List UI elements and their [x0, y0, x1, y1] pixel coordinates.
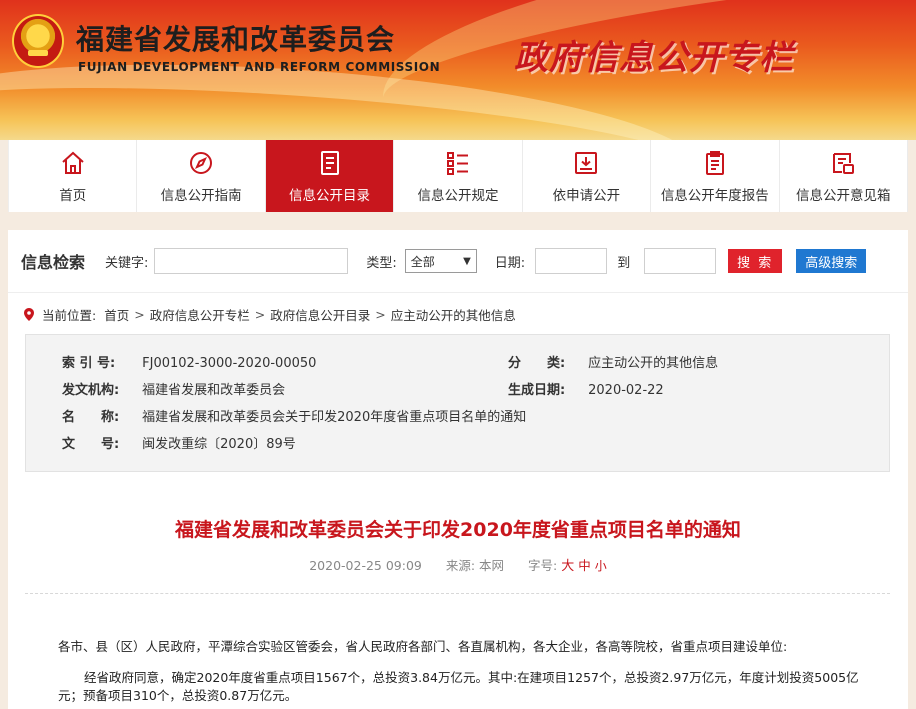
nav-label: 依申请公开 [552, 187, 621, 204]
nav-item-home[interactable]: 首页 [9, 140, 138, 212]
breadcrumb-link-zone[interactable]: 政府信息公开专栏 [150, 305, 250, 324]
nav-item-guide[interactable]: 信息公开指南 [137, 140, 266, 212]
keyword-label: 关键字: [105, 255, 149, 271]
main-content: 当前位置: 首页 > 政府信息公开专栏 > 政府信息公开目录 > 应主动公开的其… [8, 292, 908, 709]
meta-date-label: 生成日期: [508, 383, 566, 398]
type-select-value: 全部 [410, 254, 435, 269]
document-metadata: 索 引 号: FJ00102-3000-2020-00050 分 类: 应主动公… [25, 334, 890, 472]
site-title[interactable]: 福建省发展和改革委员会 [76, 18, 395, 58]
meta-category-value: 应主动公开的其他信息 [588, 356, 719, 371]
rules-list-icon [446, 151, 468, 175]
zone-title: 政府信息公开专栏 [514, 38, 794, 78]
font-size-medium-button[interactable]: 中 [578, 558, 591, 573]
inbox-download-icon [575, 151, 598, 174]
article-title: 福建省发展和改革委员会关于印发2020年度省重点项目名单的通知 [175, 519, 741, 541]
date-to-input[interactable] [644, 248, 717, 274]
search-title: 信息检索 [21, 253, 86, 272]
meta-index-value: FJ00102-3000-2020-00050 [142, 356, 317, 371]
meta-name-label: 名 称: [62, 410, 120, 425]
breadcrumb-current[interactable]: 应主动公开的其他信息 [391, 305, 516, 324]
meta-category-label: 分 类: [508, 356, 566, 371]
nav-item-apply[interactable]: 依申请公开 [523, 140, 652, 212]
font-size-large-button[interactable]: 大 [561, 559, 574, 574]
date-from-input[interactable] [535, 248, 608, 274]
meta-name-value: 福建省发展和改革委员会关于印发2020年度省重点项目名单的通知 [142, 410, 527, 425]
nav-item-catalog[interactable]: 信息公开目录 [265, 140, 395, 212]
nav-item-annual-report[interactable]: 信息公开年度报告 [651, 140, 780, 212]
breadcrumb-separator: > [375, 307, 386, 322]
date-to-label: 到 [617, 255, 631, 271]
keyword-input[interactable] [154, 248, 349, 274]
nav-label: 信息公开指南 [160, 187, 242, 204]
article-paragraph-line: 元；预备项目310个，总投资0.87万亿元。 [58, 688, 298, 703]
article-source-value: 本网 [479, 558, 505, 573]
breadcrumb-link-home[interactable]: 首页 [104, 305, 129, 324]
type-label: 类型: [366, 255, 397, 271]
font-size-small-button[interactable]: 小 [595, 559, 607, 573]
search-button[interactable]: 搜 索 [728, 249, 783, 273]
breadcrumb-separator: > [254, 307, 266, 322]
report-icon [705, 150, 724, 175]
nav-label: 信息公开规定 [417, 187, 499, 204]
meta-index-label: 索 引 号: [62, 356, 116, 371]
article-paragraph-line: 经省政府同意，确定2020年度省重点项目1567个，总投资3.84万亿元。其中:… [84, 670, 859, 685]
nav-item-rules[interactable]: 信息公开规定 [394, 140, 523, 212]
article-paragraph-addressees: 各市、县（区）人民政府，平潭综合实验区管委会，省人民政府各部门、各直属机构，各大… [58, 639, 788, 654]
meta-index: 索 引 号: FJ00102-3000-2020-00050 [62, 352, 316, 371]
article-source-label: 来源: [445, 558, 476, 573]
type-select[interactable]: 全部 ▼ [404, 249, 477, 273]
site-banner: 福建省发展和改革委员会 FUJIAN DEVELOPMENT AND REFOR… [0, 0, 916, 140]
caret-down-icon: ▼ [463, 255, 471, 267]
home-icon [62, 151, 84, 174]
breadcrumb-prefix: 当前位置: [42, 308, 97, 323]
nav-label: 首页 [59, 187, 87, 204]
breadcrumb-separator: > [134, 307, 145, 322]
meta-doc-number-label: 文 号: [62, 437, 120, 452]
feedback-box-icon [833, 152, 855, 174]
site-subtitle: FUJIAN DEVELOPMENT AND REFORM COMMISSION [78, 60, 441, 74]
compass-icon [190, 151, 213, 174]
meta-issuer-label: 发文机构: [62, 383, 120, 398]
article-datetime: 2020-02-25 09:09 [309, 558, 422, 573]
nav-label: 信息公开目录 [289, 187, 371, 204]
location-pin-icon [24, 308, 34, 321]
meta-issuer-value: 福建省发展和改革委员会 [142, 383, 286, 398]
meta-name: 名 称: 福建省发展和改革委员会关于印发2020年度省重点项目名单的通知 [62, 406, 526, 425]
font-size-label: 字号: [528, 558, 558, 573]
national-emblem-icon [12, 14, 64, 68]
meta-category: 分 类: 应主动公开的其他信息 [508, 352, 718, 371]
meta-date-value: 2020-02-22 [588, 383, 664, 398]
date-label: 日期: [494, 255, 526, 271]
meta-issuer: 发文机构: 福建省发展和改革委员会 [62, 379, 285, 398]
nav-label: 信息公开意见箱 [795, 187, 891, 204]
breadcrumb: 当前位置: 首页 > 政府信息公开专栏 > 政府信息公开目录 > 应主动公开的其… [24, 305, 516, 324]
nav-label: 信息公开年度报告 [660, 187, 769, 204]
meta-doc-number-value: 闽发改重综〔2020〕89号 [142, 437, 296, 452]
article-info: 2020-02-25 09:09 来源: 本网 字号: 大 中 小 [8, 555, 908, 574]
search-bar: 信息检索 关键字: 类型: 全部 ▼ 日期: 到 搜 索 高级搜索 [8, 230, 908, 292]
advanced-search-button[interactable]: 高级搜索 [796, 249, 867, 273]
meta-date: 生成日期: 2020-02-22 [508, 379, 664, 398]
main-navigation: 首页 信息公开指南 信息公开目录 信息公开规定 依申请公开 信息公开年度报告 信… [8, 140, 908, 212]
divider [25, 593, 890, 594]
document-list-icon [320, 150, 339, 175]
meta-doc-number: 文 号: 闽发改重综〔2020〕89号 [62, 433, 296, 452]
nav-item-feedback[interactable]: 信息公开意见箱 [780, 140, 908, 212]
breadcrumb-link-catalog[interactable]: 政府信息公开目录 [270, 305, 370, 324]
